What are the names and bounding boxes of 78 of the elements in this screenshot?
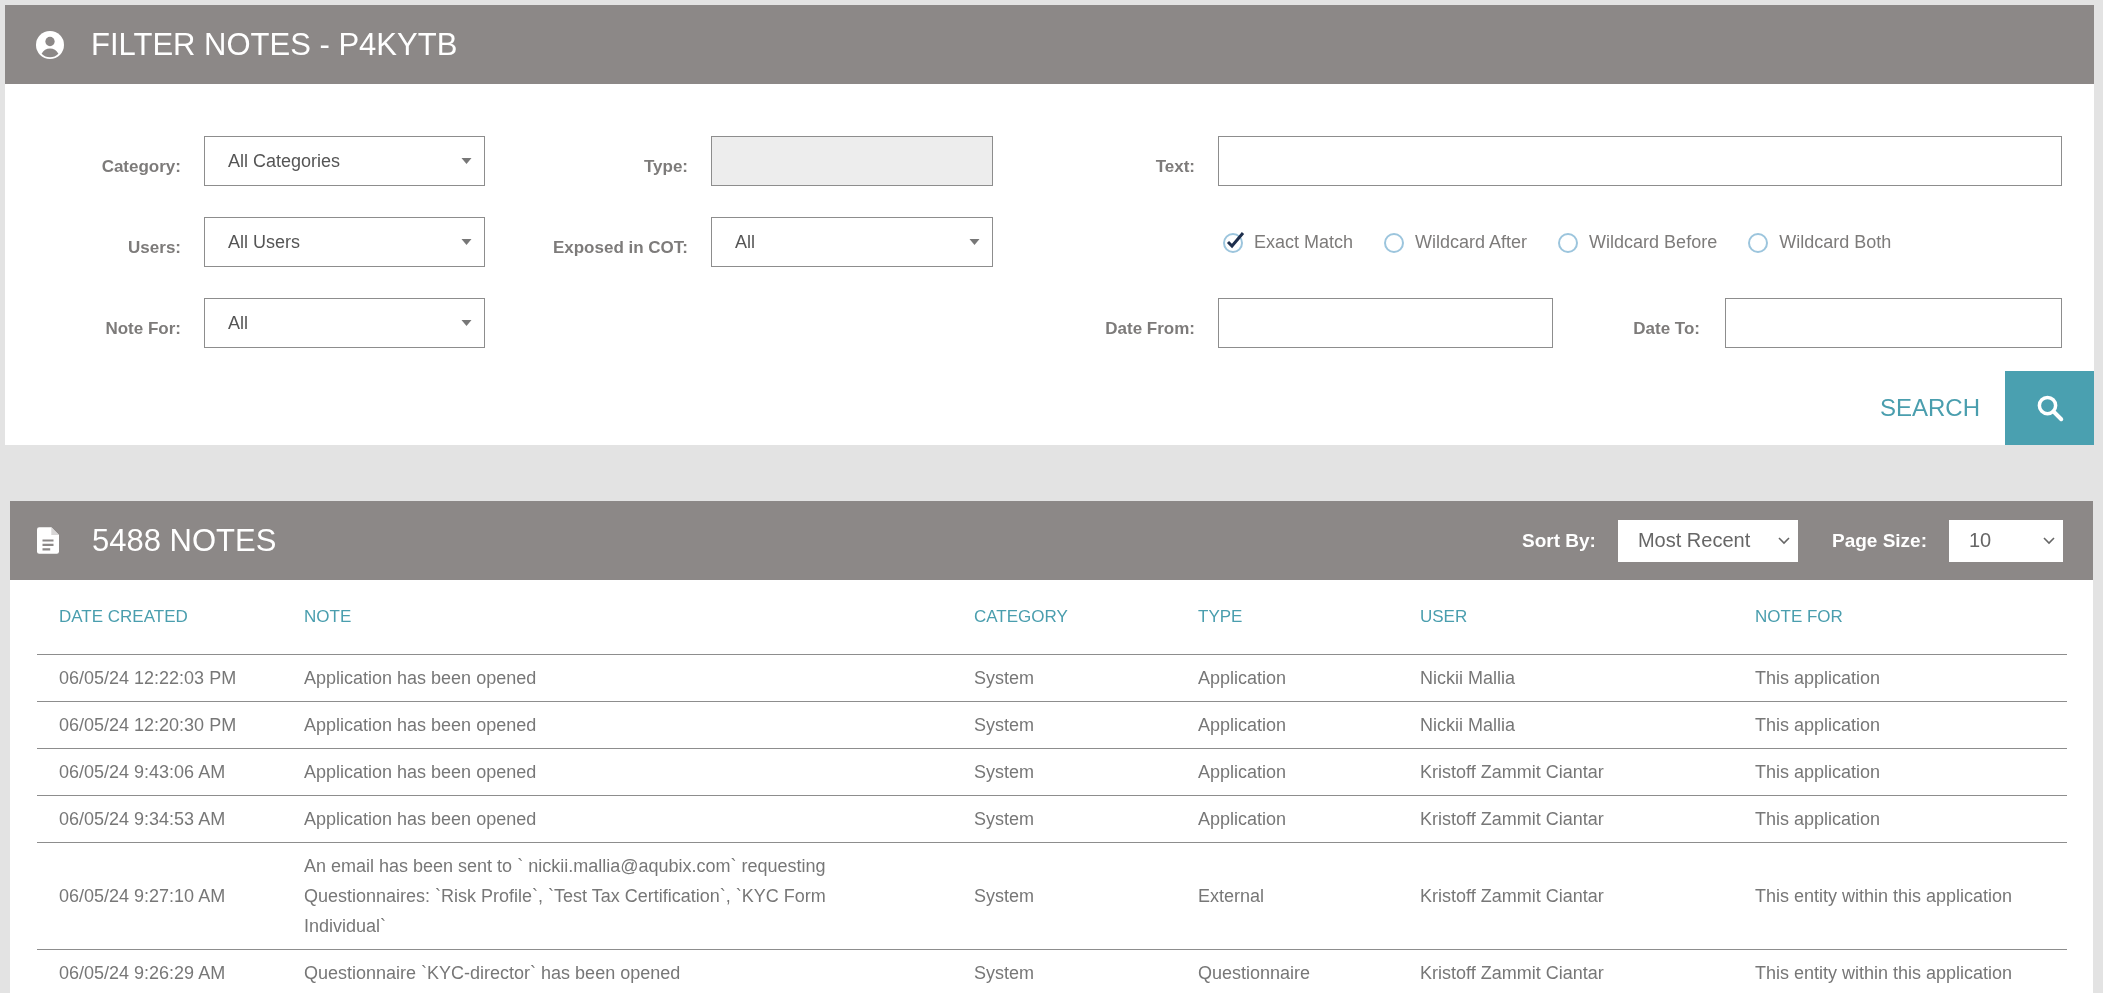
field-label: Type: bbox=[643, 156, 689, 177]
radio-label[interactable]: Exact Match bbox=[1254, 231, 1354, 253]
table-cell: Nickii Mallia bbox=[1398, 701, 1733, 749]
table-cell: 06/05/24 9:26:29 AM bbox=[37, 949, 282, 993]
user-circle-icon bbox=[36, 30, 64, 59]
table-cell: System bbox=[952, 654, 1176, 702]
table-cell: Application has been opened bbox=[282, 654, 952, 702]
table-cell: Application bbox=[1176, 795, 1398, 843]
table-cell: This application bbox=[1733, 654, 2067, 702]
page-size-select[interactable]: 10 bbox=[1949, 519, 2063, 562]
dropdown-arrow-icon bbox=[461, 320, 472, 326]
table-cell: Application bbox=[1176, 701, 1398, 749]
field-label: Date To: bbox=[1632, 318, 1701, 339]
panel-title: FILTER NOTES - P4KYTB bbox=[91, 26, 458, 63]
note-for-select[interactable]: All bbox=[204, 298, 485, 348]
table-cell: This entity within this application bbox=[1733, 842, 2067, 950]
field-label: Category: bbox=[101, 156, 182, 177]
table-cell: Questionnaire `KYC-director` has been opened bbox=[282, 949, 952, 993]
column-header[interactable]: USER bbox=[1398, 580, 1733, 655]
table-cell: 06/05/24 9:43:06 AM bbox=[37, 748, 282, 796]
table-cell: This application bbox=[1733, 748, 2067, 796]
table-cell: An email has been sent to ` nickii.mallia@aqubix.com` requesting Questionnaires: `Risk Profile`, `Test Tax Certification`, `KYC Form Individual` bbox=[282, 842, 952, 950]
exposed-select[interactable]: All bbox=[711, 217, 993, 267]
table-cell: Kristoff Zammit Ciantar bbox=[1398, 949, 1733, 993]
sort-by-label: Sort By: bbox=[1522, 529, 1596, 552]
sort-by-select[interactable]: Most Recent bbox=[1617, 519, 1798, 562]
table-cell: 06/05/24 9:27:10 AM bbox=[37, 842, 282, 950]
users-select[interactable]: All Users bbox=[204, 217, 485, 267]
dropdown-arrow-icon bbox=[969, 239, 980, 245]
search-link[interactable]: SEARCH bbox=[1879, 394, 1980, 422]
field-label: Date From: bbox=[1105, 318, 1196, 339]
radio-icon[interactable] bbox=[1222, 230, 1246, 254]
table-cell: This application bbox=[1733, 701, 2067, 749]
chevron-down-icon bbox=[1777, 536, 1790, 545]
date-from-field[interactable] bbox=[1218, 298, 1553, 348]
column-header[interactable]: NOTE bbox=[282, 580, 952, 655]
column-header[interactable]: CATEGORY bbox=[952, 580, 1176, 655]
column-header[interactable]: DATE CREATED bbox=[37, 580, 282, 655]
table-cell: This application bbox=[1733, 795, 2067, 843]
table-cell: Application has been opened bbox=[282, 701, 952, 749]
table-cell: Questionnaire bbox=[1176, 949, 1398, 993]
category-select[interactable]: All Categories bbox=[204, 136, 485, 186]
table-cell: Application bbox=[1176, 654, 1398, 702]
column-header[interactable]: TYPE bbox=[1176, 580, 1398, 655]
table-cell: This entity within this application bbox=[1733, 949, 2067, 993]
radio-label[interactable]: Wildcard After bbox=[1415, 231, 1528, 253]
table-cell: 06/05/24 12:20:30 PM bbox=[37, 701, 282, 749]
document-icon bbox=[37, 527, 59, 554]
table-cell: Application bbox=[1176, 748, 1398, 796]
field-label: Exposed in COT: bbox=[552, 237, 689, 258]
table-cell: Application has been opened bbox=[282, 795, 952, 843]
table-cell: System bbox=[952, 748, 1176, 796]
table-cell: Application has been opened bbox=[282, 748, 952, 796]
table-cell: System bbox=[952, 842, 1176, 950]
page-size-label: Page Size: bbox=[1831, 529, 1927, 552]
table-cell: 06/05/24 12:22:03 PM bbox=[37, 654, 282, 702]
panel-title: 5488 NOTES bbox=[92, 522, 277, 559]
table-cell: System bbox=[952, 795, 1176, 843]
table-cell: System bbox=[952, 949, 1176, 993]
dropdown-arrow-icon bbox=[461, 158, 472, 164]
table-cell: 06/05/24 9:34:53 AM bbox=[37, 795, 282, 843]
column-header[interactable]: NOTE FOR bbox=[1733, 580, 2067, 655]
date-to-field[interactable] bbox=[1725, 298, 2062, 348]
chevron-down-icon bbox=[2043, 536, 2055, 545]
table-cell: External bbox=[1176, 842, 1398, 950]
field-label: Note For: bbox=[105, 318, 182, 339]
table-cell: Kristoff Zammit Ciantar bbox=[1398, 748, 1733, 796]
table-cell: Nickii Mallia bbox=[1398, 654, 1733, 702]
radio-label[interactable]: Wildcard Before bbox=[1589, 231, 1718, 253]
field-label: Text: bbox=[1155, 156, 1196, 177]
table-cell: System bbox=[952, 701, 1176, 749]
search-button[interactable] bbox=[2005, 371, 2094, 445]
field-label: Users: bbox=[128, 237, 182, 258]
table-cell: Kristoff Zammit Ciantar bbox=[1398, 795, 1733, 843]
dropdown-arrow-icon bbox=[461, 239, 472, 245]
table-cell: Kristoff Zammit Ciantar bbox=[1398, 842, 1733, 950]
text-field[interactable] bbox=[1218, 136, 2062, 186]
radio-label[interactable]: Wildcard Both bbox=[1779, 231, 1892, 253]
